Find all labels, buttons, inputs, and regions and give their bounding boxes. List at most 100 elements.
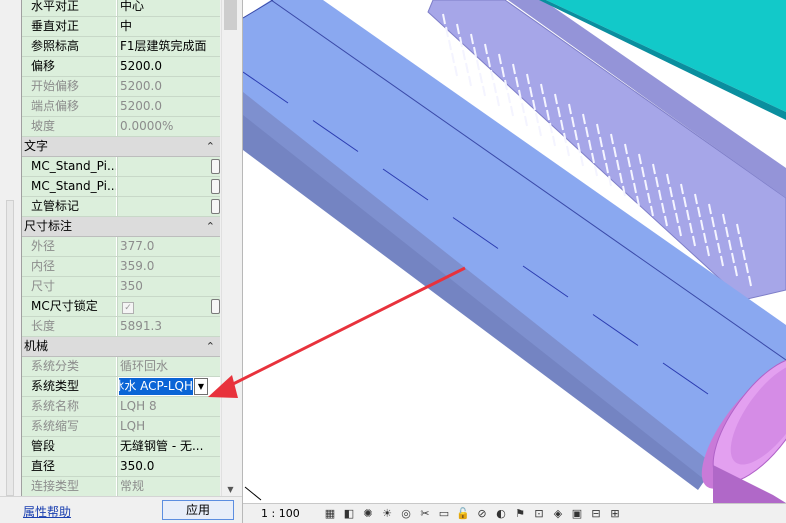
show-crop-icon[interactable]: ▭ (437, 507, 451, 521)
edit-button[interactable] (211, 159, 220, 174)
scroll-down-arrow-icon[interactable]: ▼ (222, 485, 239, 494)
property-value: 循环回水 (117, 357, 220, 376)
property-row[interactable]: 连接类型 常规 (22, 477, 220, 496)
temporary-hide-icon[interactable]: ⊘ (475, 507, 489, 521)
property-value: 常规 (117, 477, 220, 496)
property-value[interactable] (117, 157, 220, 176)
property-row[interactable]: MC_Stand_Pi... (22, 177, 220, 197)
render-icon[interactable]: ◎ (399, 507, 413, 521)
property-group-header[interactable]: 文字 ⌃ (22, 137, 220, 157)
property-row[interactable]: 系统分类 循环回水 (22, 357, 220, 377)
property-row[interactable]: 端点偏移 5200.0 (22, 97, 220, 117)
3d-view-canvas[interactable] (243, 0, 786, 503)
palette-resize-bar[interactable] (6, 200, 14, 496)
property-value[interactable]: 冰水 ACP-LQH ▼ (117, 377, 220, 396)
property-value[interactable]: ✓ (117, 297, 220, 316)
property-row[interactable]: 长度 5891.3 (22, 317, 220, 337)
property-row[interactable]: 水平对正 中心 (22, 0, 220, 17)
property-row[interactable]: 管段 无缝钢管 - 无... (22, 437, 220, 457)
analytical-model-icon[interactable]: ⊡ (532, 507, 546, 521)
collapse-chevron-icon[interactable]: ⌃ (206, 137, 215, 156)
property-row[interactable]: 系统类型 冰水 ACP-LQH ▼ (22, 377, 220, 397)
detail-level-icon[interactable]: ▦ (323, 507, 337, 521)
property-row[interactable]: 尺寸 350 (22, 277, 220, 297)
show-constraints-icon[interactable]: ⊞ (608, 507, 622, 521)
property-value: 0.0000% (117, 117, 220, 136)
system-type-select[interactable]: 冰水 ACP-LQH (119, 378, 193, 395)
property-row[interactable]: 直径 350.0 (22, 457, 220, 477)
property-value[interactable] (117, 177, 220, 196)
apply-button[interactable]: 应用 (162, 500, 234, 520)
property-row[interactable]: 开始偏移 5200.0 (22, 77, 220, 97)
property-label: 端点偏移 (22, 97, 116, 116)
property-value[interactable]: 5200.0 (117, 57, 220, 76)
shadows-icon[interactable]: ☀ (380, 507, 394, 521)
property-label: MC尺寸锁定 (22, 297, 116, 316)
property-label: 系统名称 (22, 397, 116, 416)
view-scale[interactable]: 1 : 100 (261, 507, 300, 521)
property-label: MC_Stand_Pi... (22, 177, 116, 196)
property-label: 外径 (22, 237, 116, 256)
property-value[interactable]: 无缝钢管 - 无... (117, 437, 220, 456)
crop-view-icon[interactable]: ✂ (418, 507, 432, 521)
property-value: 5200.0 (117, 97, 220, 116)
property-row[interactable]: 垂直对正中 (22, 17, 220, 37)
sun-path-icon[interactable]: ✺ (361, 507, 375, 521)
temporary-view-properties-icon[interactable]: ▣ (570, 507, 584, 521)
property-value[interactable]: 350.0 (117, 457, 220, 476)
property-label: 垂直对正 (22, 17, 116, 36)
dropdown-arrow-icon[interactable]: ▼ (194, 378, 208, 395)
property-row[interactable]: 外径 377.0 (22, 237, 220, 257)
property-label: 系统缩写 (22, 417, 116, 436)
property-row[interactable]: MC尺寸锁定 ✓ (22, 297, 220, 317)
property-value: LQH 8 (117, 397, 220, 416)
property-row[interactable]: 立管标记 (22, 197, 220, 217)
property-label: 内径 (22, 257, 116, 276)
edit-button[interactable] (211, 299, 220, 314)
highlight-displacement-icon[interactable]: ◈ (551, 507, 565, 521)
property-row[interactable]: MC_Stand_Pi... (22, 157, 220, 177)
property-value: LQH (117, 417, 220, 436)
property-value: 350 (117, 277, 220, 296)
property-help-link[interactable]: 属性帮助 (23, 503, 71, 520)
property-label: MC_Stand_Pi... (22, 157, 116, 176)
size-lock-checkbox[interactable]: ✓ (122, 302, 134, 314)
property-value: 359.0 (117, 257, 220, 276)
edit-button[interactable] (211, 179, 220, 194)
properties-palette: 水平对正 中心 垂直对正中参照标高 F1层建筑完成面 偏移 5200.0 开始偏移 5200.… (0, 0, 242, 523)
group-label: 机械 (24, 339, 49, 353)
property-value[interactable] (117, 197, 220, 216)
unlock-view-icon[interactable]: 🔓 (456, 507, 470, 521)
reveal-hidden-icon[interactable]: ◐ (494, 507, 508, 521)
property-label: 开始偏移 (22, 77, 116, 96)
collapse-chevron-icon[interactable]: ⌃ (206, 217, 215, 236)
3d-model-drawing (243, 0, 786, 503)
worksharing-icon[interactable]: ⚑ (513, 507, 527, 521)
property-label: 偏移 (22, 57, 116, 76)
property-row[interactable]: 参照标高 F1层建筑完成面 (22, 37, 220, 57)
hide-constraints-icon[interactable]: ⊟ (589, 507, 603, 521)
property-label: 系统分类 (22, 357, 116, 376)
collapse-chevron-icon[interactable]: ⌃ (206, 337, 215, 356)
property-value[interactable]: 中 (117, 17, 220, 36)
property-group-header[interactable]: 机械 ⌃ (22, 337, 220, 357)
property-value: 377.0 (117, 237, 220, 256)
property-label: 直径 (22, 457, 116, 476)
view-control-bar: 1 : 100 ▦ ◧ ✺ ☀ ◎ ✂ ▭ 🔓 ⊘ ◐ ⚑ ⊡ ◈ ▣ ⊟ ⊞ (243, 503, 786, 523)
property-group-header[interactable]: 尺寸标注 ⌃ (22, 217, 220, 237)
palette-footer: 属性帮助 应用 (0, 496, 242, 523)
property-row[interactable]: 坡度 0.0000% (22, 117, 220, 137)
edit-button[interactable] (211, 199, 220, 214)
view-corner-mark (244, 486, 262, 501)
property-row[interactable]: 系统缩写 LQH (22, 417, 220, 437)
property-value[interactable]: 中心 (117, 0, 220, 16)
scrollbar-thumb[interactable] (224, 0, 237, 30)
property-value[interactable]: F1层建筑完成面 (117, 37, 220, 56)
property-row[interactable]: 内径 359.0 (22, 257, 220, 277)
property-label: 尺寸 (22, 277, 116, 296)
property-grid: 水平对正 中心 垂直对正中参照标高 F1层建筑完成面 偏移 5200.0 开始偏移 5200.… (21, 0, 220, 496)
property-scrollbar[interactable]: ▼ (221, 0, 238, 496)
property-row[interactable]: 偏移 5200.0 (22, 57, 220, 77)
visual-style-icon[interactable]: ◧ (342, 507, 356, 521)
property-row[interactable]: 系统名称 LQH 8 (22, 397, 220, 417)
